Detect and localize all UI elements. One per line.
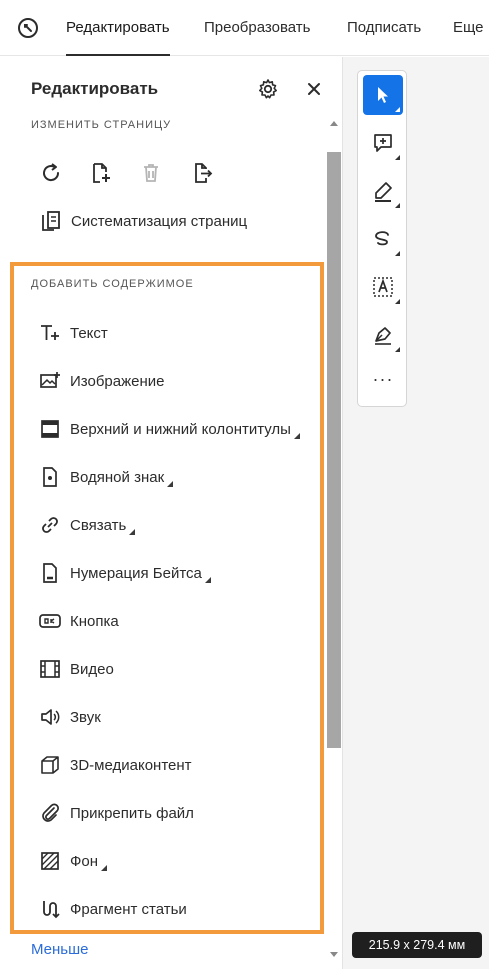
page-size-badge: 215.9 x 279.4 мм	[352, 932, 482, 958]
scrollbar-thumb[interactable]	[327, 152, 341, 748]
edit-panel: Редактировать ИЗМЕНИТЬ СТРАНИЦУ Системат…	[0, 57, 342, 969]
submenu-indicator	[167, 481, 174, 487]
submenu-indicator	[129, 529, 136, 535]
3d-media-icon	[39, 754, 61, 776]
video-icon	[39, 658, 61, 680]
header-footer-icon	[39, 418, 61, 440]
tab-convert[interactable]: Преобразовать	[204, 0, 310, 56]
item-label: Водяной знак	[70, 468, 165, 486]
item-image[interactable]: Изображение	[39, 369, 165, 393]
scroll-down-icon[interactable]	[330, 952, 338, 957]
item-3d-media[interactable]: 3D-медиаконтент	[39, 753, 192, 777]
item-link[interactable]: Связать	[39, 513, 136, 537]
item-label: 3D-медиаконтент	[70, 756, 192, 774]
rotate-icon[interactable]	[39, 161, 63, 185]
select-tool-icon[interactable]	[363, 75, 403, 115]
change-page-heading: ИЗМЕНИТЬ СТРАНИЦУ	[31, 119, 172, 131]
submenu-indicator	[293, 433, 300, 439]
add-content-heading: ДОБАВИТЬ СОДЕРЖИМОЕ	[31, 278, 194, 290]
item-attach-file[interactable]: Прикрепить файл	[39, 801, 194, 825]
extract-page-icon[interactable]	[191, 161, 215, 185]
item-label: Текст	[70, 324, 108, 342]
item-label: Нумерация Бейтса	[70, 564, 202, 582]
show-less-link[interactable]: Меньше	[31, 941, 88, 958]
article-icon	[39, 898, 61, 920]
close-icon[interactable]	[303, 78, 325, 100]
organize-pages-icon	[42, 211, 60, 231]
organize-pages-button[interactable]: Систематизация страниц	[39, 209, 247, 233]
tab-sign[interactable]: Подписать	[347, 0, 421, 56]
tab-edit[interactable]: Редактировать	[66, 0, 170, 56]
item-label: Фрагмент статьи	[70, 900, 187, 918]
item-label: Видео	[70, 660, 114, 678]
item-background[interactable]: Фон	[39, 849, 108, 873]
insert-page-icon[interactable]	[89, 161, 113, 185]
more-icon[interactable]: ···	[363, 367, 403, 397]
link-icon	[39, 514, 61, 536]
panel-title: Редактировать	[31, 79, 159, 98]
item-sound[interactable]: Звук	[39, 705, 101, 729]
add-comment-icon[interactable]	[363, 123, 403, 163]
item-video[interactable]: Видео	[39, 657, 114, 681]
submenu-indicator	[101, 865, 108, 871]
delete-page-icon[interactable]	[139, 161, 163, 185]
item-label: Фон	[70, 852, 99, 870]
watermark-icon	[39, 466, 61, 488]
item-label: Связать	[70, 516, 127, 534]
item-button[interactable]: Кнопка	[39, 609, 119, 633]
item-label: Верхний и нижний колонтитулы	[70, 420, 291, 438]
freehand-draw-icon[interactable]	[363, 219, 403, 259]
bates-numbering-icon	[39, 562, 61, 584]
item-watermark[interactable]: Водяной знак	[39, 465, 174, 489]
item-article[interactable]: Фрагмент статьи	[39, 897, 187, 921]
sound-icon	[39, 706, 61, 728]
top-toolbar: Редактировать Преобразовать Подписать Ещ…	[0, 0, 489, 56]
background-icon	[39, 850, 61, 872]
add-content-highlight	[10, 262, 324, 934]
organize-pages-label: Систематизация страниц	[71, 212, 248, 230]
tools-rail: ···	[357, 70, 407, 407]
tab-more[interactable]: Еще	[453, 0, 484, 56]
scroll-up-icon[interactable]	[330, 121, 338, 126]
add-image-icon	[39, 370, 61, 392]
button-icon	[39, 610, 61, 632]
highlight-icon[interactable]	[363, 171, 403, 211]
item-label: Прикрепить файл	[70, 804, 194, 822]
item-label: Кнопка	[70, 612, 119, 630]
item-bates-numbering[interactable]: Нумерация Бейтса	[39, 561, 211, 585]
attach-file-icon	[39, 802, 61, 824]
item-header-footer[interactable]: Верхний и нижний колонтитулы	[39, 417, 300, 441]
text-box-icon[interactable]	[363, 267, 403, 307]
item-label: Звук	[70, 708, 101, 726]
sign-icon[interactable]	[363, 315, 403, 355]
home-icon[interactable]	[16, 16, 40, 40]
item-label: Изображение	[70, 372, 165, 390]
submenu-indicator	[204, 577, 211, 583]
item-text[interactable]: Текст	[39, 321, 108, 345]
add-text-icon	[39, 322, 61, 344]
gear-icon[interactable]	[256, 77, 280, 101]
